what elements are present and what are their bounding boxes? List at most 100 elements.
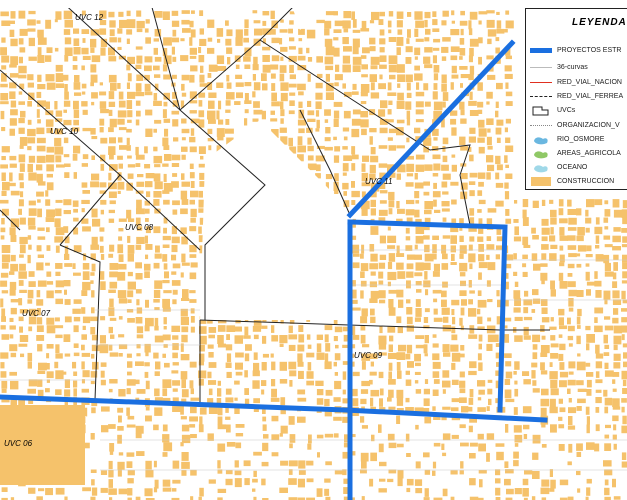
building-footprint: [172, 173, 178, 177]
building-footprint: [487, 74, 496, 80]
building-footprint: [415, 164, 425, 172]
building-footprint: [441, 74, 447, 83]
building-footprint: [513, 271, 518, 276]
building-footprint: [127, 470, 135, 476]
building-footprint: [415, 20, 424, 28]
red-line-icon: [530, 78, 552, 87]
building-footprint: [126, 353, 132, 358]
building-footprint: [10, 254, 16, 262]
building-footprint: [73, 272, 81, 276]
building-footprint: [478, 244, 484, 252]
building-footprint: [495, 37, 500, 42]
building-footprint: [324, 109, 331, 116]
building-footprint: [234, 380, 240, 385]
building-footprint: [181, 74, 190, 81]
building-footprint: [316, 164, 321, 172]
building-footprint: [0, 164, 9, 169]
building-footprint: [108, 146, 116, 155]
building-footprint: [532, 334, 541, 343]
building-footprint: [595, 353, 604, 359]
building-footprint: [172, 406, 181, 412]
building-footprint: [261, 73, 267, 81]
building-footprint: [189, 380, 194, 389]
building-footprint: [469, 208, 475, 216]
building-footprint: [154, 280, 163, 289]
building-footprint: [136, 451, 145, 456]
building-footprint: [73, 343, 79, 348]
building-footprint: [424, 11, 431, 19]
building-footprint: [585, 271, 590, 281]
building-footprint: [297, 397, 307, 402]
building-footprint: [396, 11, 404, 19]
building-footprint: [28, 56, 37, 61]
building-footprint: [198, 47, 202, 54]
building-footprint: [487, 29, 497, 37]
building-footprint: [522, 217, 529, 226]
building-footprint: [549, 398, 556, 408]
building-footprint: [280, 56, 284, 61]
building-footprint: [307, 73, 311, 82]
building-footprint: [117, 83, 121, 89]
building-footprint: [100, 370, 105, 378]
building-footprint: [387, 235, 397, 243]
building-footprint: [145, 128, 153, 137]
building-footprint: [577, 353, 581, 357]
legend-item-label: PROYECTOS ESTR: [557, 47, 622, 54]
building-footprint: [162, 109, 167, 118]
building-footprint: [558, 416, 563, 421]
building-footprint: [505, 118, 511, 124]
thin-gray-line-icon: [530, 63, 552, 72]
map-view[interactable]: UVC 12 UVC 10 UVC 11 UVC 08 UVC 07 UVC 0…: [0, 0, 627, 500]
building-footprint: [505, 82, 509, 89]
building-footprint: [622, 379, 627, 387]
building-footprint: [18, 56, 23, 64]
building-footprint: [369, 136, 373, 145]
building-footprint: [235, 352, 244, 358]
building-footprint: [172, 299, 177, 305]
building-footprint: [244, 19, 249, 29]
building-footprint: [514, 380, 518, 385]
building-footprint: [207, 110, 216, 120]
building-footprint: [486, 172, 491, 180]
building-footprint: [594, 307, 604, 314]
building-footprint: [36, 164, 43, 171]
building-footprint: [64, 299, 71, 305]
building-footprint: [342, 127, 350, 132]
building-footprint: [55, 208, 62, 217]
building-footprint: [172, 388, 178, 392]
building-footprint: [387, 245, 396, 249]
building-footprint: [477, 380, 486, 387]
building-footprint: [162, 64, 168, 72]
building-footprint: [91, 344, 101, 352]
building-footprint: [144, 371, 149, 378]
building-footprint: [28, 200, 36, 206]
building-footprint: [469, 110, 479, 116]
building-footprint: [433, 65, 440, 73]
building-footprint: [414, 182, 424, 189]
building-footprint: [126, 388, 131, 395]
building-footprint: [226, 29, 233, 37]
building-footprint: [73, 371, 78, 376]
building-footprint: [198, 379, 204, 386]
building-footprint: [387, 433, 395, 441]
building-footprint: [1, 388, 7, 393]
building-footprint: [477, 190, 483, 196]
building-footprint: [172, 29, 177, 37]
building-footprint: [433, 73, 439, 81]
building-footprint: [163, 227, 167, 234]
building-footprint: [334, 74, 343, 81]
building-footprint: [162, 353, 166, 358]
building-footprint: [172, 263, 181, 269]
building-footprint: [388, 307, 396, 316]
building-footprint: [478, 272, 482, 280]
building-footprint: [90, 272, 95, 276]
building-footprint: [64, 353, 71, 357]
building-footprint: [235, 82, 244, 87]
building-footprint: [10, 235, 17, 242]
building-footprint: [37, 379, 43, 387]
building-footprint: [92, 361, 99, 370]
building-footprint: [397, 83, 401, 88]
building-footprint: [432, 289, 442, 294]
building-footprint: [73, 316, 81, 322]
building-footprint: [189, 299, 197, 303]
